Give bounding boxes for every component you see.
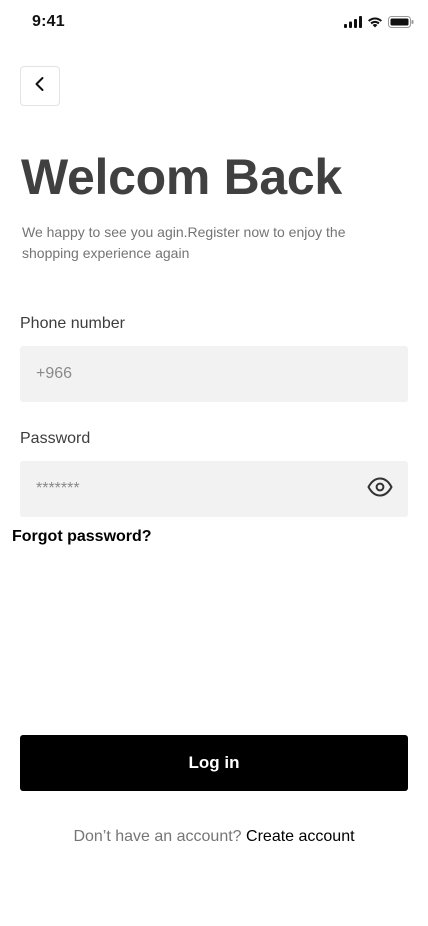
password-label: Password (20, 430, 91, 447)
login-screen: 9:41 Welcom Back We happy to see you agi… (0, 0, 428, 926)
login-button[interactable]: Log in (20, 735, 408, 791)
show-password-toggle[interactable] (366, 476, 394, 502)
chevron-left-icon (34, 76, 46, 97)
status-bar: 9:41 (0, 0, 428, 44)
wifi-icon (367, 15, 383, 33)
eye-icon (367, 477, 393, 502)
back-button[interactable] (20, 66, 60, 106)
password-field[interactable] (36, 480, 392, 498)
status-time: 9:41 (32, 13, 65, 30)
phone-number-label: Phone number (20, 315, 125, 332)
cellular-signal-icon (344, 15, 362, 33)
phone-number-field-container (20, 346, 408, 402)
status-icons (344, 15, 414, 33)
forgot-password-link[interactable]: Forgot password? (12, 528, 152, 546)
signup-prompt: Don’t have an account? (73, 828, 242, 845)
signup-row: Don’t have an account? Create account (0, 828, 428, 846)
page-title: Welcom Back (21, 149, 342, 205)
password-field-container (20, 461, 408, 517)
create-account-link[interactable]: Create account (246, 828, 355, 845)
phone-number-field[interactable] (36, 365, 392, 383)
battery-icon (388, 15, 414, 33)
page-subtitle: We happy to see you agin.Register now to… (22, 224, 346, 261)
